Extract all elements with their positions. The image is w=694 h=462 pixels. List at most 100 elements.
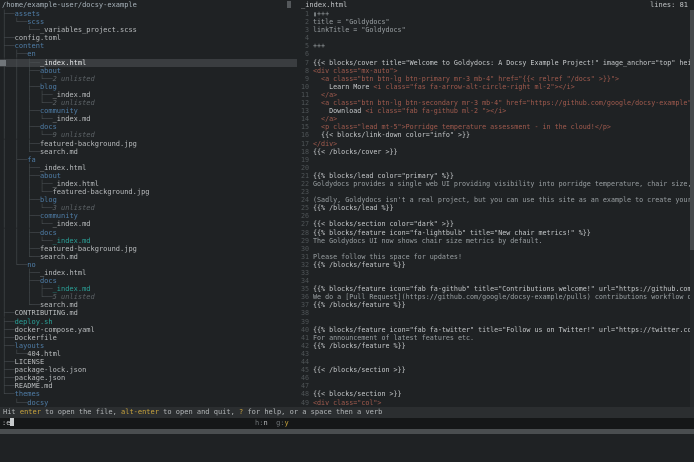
tree-row[interactable]: ├──deploy.sh	[0, 318, 297, 326]
tree-row[interactable]: ├──package-lock.json	[0, 366, 297, 374]
preview-scrollbar[interactable]	[690, 10, 694, 407]
tree-row[interactable]: ├──layouts	[0, 342, 297, 350]
tree-row[interactable]: │ │ │ └──2 unlisted	[0, 75, 297, 83]
tree-row[interactable]: ├──assets	[0, 10, 297, 18]
tree-connector: ├──	[2, 334, 15, 342]
tree-entry-name: scss	[27, 18, 44, 26]
tree-row[interactable]: │ │ ├──docs	[0, 229, 297, 237]
line-number: 34	[298, 277, 309, 285]
tree-row[interactable]: │ ├──docs	[0, 277, 297, 285]
tree-row[interactable]: │ ├──fa	[0, 156, 297, 164]
tree-row[interactable]: │ │ ├──_index.html	[0, 59, 297, 67]
tree-row[interactable]: │ │ ├──community	[0, 107, 297, 115]
preview-line: 3linkTitle = "Goldydocs"	[298, 26, 694, 34]
line-text: +++	[313, 42, 325, 50]
preview-line: 28{{% blocks/feature icon="fa-lightbulb"…	[298, 229, 694, 237]
tree-row[interactable]: ├──config.toml	[0, 34, 297, 42]
preview-line: 1▮+++	[298, 10, 694, 18]
line-number: 24	[298, 196, 309, 204]
command-input[interactable]: :e	[2, 418, 14, 429]
tree-connector: │ │ │ └──	[2, 99, 53, 107]
preview-line: 6	[298, 50, 694, 58]
line-number: 26	[298, 212, 309, 220]
tree-connector: ├──	[2, 366, 15, 374]
preview-line: 26	[298, 212, 694, 220]
tree-row[interactable]: ├──docker-compose.yaml	[0, 326, 297, 334]
tree-row[interactable]: │ │ │ └──featured-background.jpg	[0, 188, 297, 196]
tree-row[interactable]: │ │ │ └──_index.md	[0, 220, 297, 228]
tree-row[interactable]: ├──CONTRIBUTING.md	[0, 309, 297, 317]
tree-row[interactable]: │ │ ├──_index.html	[0, 164, 297, 172]
tree-entry-name: Dockerfile	[15, 334, 57, 342]
tree-row[interactable]: │ │ └──search.md	[0, 148, 297, 156]
tree-scrollbar-mark[interactable]	[287, 1, 291, 8]
tree-row[interactable]: │ └──404.html	[0, 350, 297, 358]
line-text: {{% /blocks/lead %}}	[313, 204, 394, 212]
preview-scrollbar-thumb[interactable]	[690, 10, 694, 250]
tree-connector: ├──	[2, 342, 15, 350]
command-input-bar[interactable]: :e h:n g:y	[0, 418, 694, 429]
tree-row[interactable]: │ │ ├──about	[0, 172, 297, 180]
preview-header: _index.html lines: 81	[298, 0, 694, 10]
line-text: linkTitle = "Goldydocs"	[313, 26, 406, 34]
tree-row[interactable]: │ │ │ ├──_index.html	[0, 180, 297, 188]
tree-connector: │ │ ├──	[2, 164, 40, 172]
tree-row[interactable]: └──docsy	[0, 399, 297, 407]
tree-entry-name: blog	[40, 83, 57, 91]
tree-row[interactable]: ├──Dockerfile	[0, 334, 297, 342]
preview-line: 44	[298, 358, 694, 366]
line-text: <p class="lead mt-5">Porridge temperatur…	[313, 123, 611, 131]
line-number: 35	[298, 285, 309, 293]
tree-entry-name: _variables_project.scss	[40, 26, 137, 34]
line-number: 29	[298, 237, 309, 245]
tree-row[interactable]: │ │ ├──blog	[0, 83, 297, 91]
tree-entry-name: search.md	[40, 253, 78, 261]
preview-line: 11 </a>	[298, 91, 694, 99]
line-text: {{% /blocks/feature %}}	[313, 301, 406, 309]
line-text: <i class="fas fa-arrow-alt-circle-right …	[373, 83, 574, 91]
tree-row[interactable]: └──themes	[0, 390, 297, 398]
tree-row[interactable]: │ │ │ └──2 unlisted	[0, 99, 297, 107]
preview-line: 32{{% /blocks/feature %}}	[298, 261, 694, 269]
tree-entry-name: community	[40, 107, 78, 115]
line-text: {{% blocks/lead color="primary" %}}	[313, 172, 454, 180]
preview-line: 16 {{< blocks/link-down color="info" >}}	[298, 131, 694, 139]
tree-entry-name: featured-background.jpg	[53, 188, 150, 196]
preview-line: 42{{% /blocks/feature %}}	[298, 342, 694, 350]
line-number: 30	[298, 245, 309, 253]
line-number: 14	[298, 115, 309, 123]
tree-connector: └──	[2, 399, 27, 407]
tree-entry-name: docsy	[27, 399, 48, 407]
line-number: 6	[298, 50, 309, 58]
tree-row[interactable]: │ └──no	[0, 261, 297, 269]
line-number: 2	[298, 18, 309, 26]
tree-row[interactable]: │ ├──_index.html	[0, 269, 297, 277]
tree-panel: /home/example-user/docsy-example ├──asse…	[0, 0, 297, 407]
line-text: {{% blocks/feature icon="fab fa-github" …	[313, 285, 694, 293]
line-number: 10	[298, 83, 309, 91]
preview-lines-count: lines: 81	[650, 0, 688, 10]
tree-row[interactable]: │ │ │ ├──_index.md	[0, 91, 297, 99]
tree-connector: │ ├──	[2, 156, 27, 164]
tree-row[interactable]: │ │ ├──featured-background.jpg	[0, 140, 297, 148]
tree-row[interactable]: │ │ ├──featured-background.jpg	[0, 245, 297, 253]
tree-connector: │ └──	[2, 18, 27, 26]
tree-row[interactable]: │ │ │ └──9 unlisted	[0, 131, 297, 139]
tree-row[interactable]: │ │ └──search.md	[0, 253, 297, 261]
tree-connector: │ │ │ └──	[2, 237, 53, 245]
tree-row[interactable]: ├──README.md	[0, 382, 297, 390]
tree-row[interactable]: │ │ ├──about	[0, 67, 297, 75]
preview-content: 1▮+++2title = "Goldydocs"3linkTitle = "G…	[298, 10, 694, 407]
tree-row[interactable]: │ └──scss	[0, 18, 297, 26]
tree-row[interactable]: ├──LICENSE	[0, 358, 297, 366]
hint-text: for help, or a space then a verb	[243, 408, 382, 416]
line-text: <a class="btn btn-lg btn-secondary mr-3 …	[313, 99, 694, 107]
tree-row[interactable]: │ ├──en	[0, 50, 297, 58]
line-number: 33	[298, 269, 309, 277]
tree-entry-name: fa	[27, 156, 35, 164]
tree-row[interactable]: │ │ │ └──_index.md	[0, 237, 297, 245]
tree-connector: │ │ └──	[2, 253, 40, 261]
tree-row[interactable]: ├──content	[0, 42, 297, 50]
line-text: <i class="fab fa-github ml-2 "></i>	[365, 107, 506, 115]
preview-line: 40{{% blocks/feature icon="fab fa-twitte…	[298, 326, 694, 334]
